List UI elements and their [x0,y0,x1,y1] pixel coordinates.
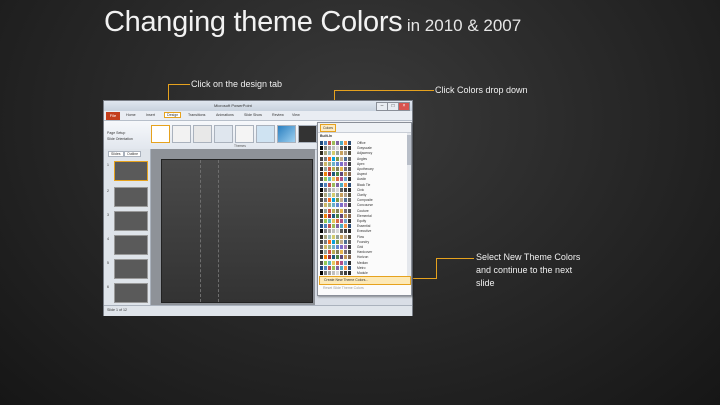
slide-thumbnail[interactable] [114,235,148,255]
tab-file[interactable]: File [106,112,120,120]
slide-thumbnail[interactable] [114,283,148,303]
colors-dropdown: Colors Built-In Office Grayscale Adjacency… [317,122,412,296]
slides-panel: Slides Outline 1 2 3 4 5 6 [104,149,151,305]
tab-home[interactable]: Home [126,113,136,117]
tab-review[interactable]: Review [272,113,284,117]
slide-thumbnail[interactable] [114,259,148,279]
callout-design-tab: Click on the design tab [191,79,283,89]
slide-thumbnail[interactable] [114,187,148,207]
color-swatch [332,271,335,275]
tab-animations[interactable]: Animations [216,113,234,117]
window-title: Microsoft PowerPoint [214,103,252,108]
built-in-label: Built-In [320,134,333,138]
app-window-screenshot: Microsoft PowerPoint – □ × File Home Ins… [103,100,413,316]
slide-number: 5 [107,261,109,265]
page-setup-button[interactable]: Page Setup [107,131,125,135]
scrollbar-thumb[interactable] [407,135,411,165]
page-title: Changing theme Colors in 2010 & 2007 [104,6,521,39]
tab-slide-show[interactable]: Slide Show [244,113,262,117]
slide-orientation-button[interactable]: Slide Orientation [107,137,137,141]
tab-view[interactable]: View [292,113,300,117]
dropdown-scrollbar[interactable] [407,133,411,283]
callout-line-colors-h [334,90,434,91]
color-swatch [336,271,339,275]
slide-canvas [151,149,315,305]
color-swatch [324,271,327,275]
slide-editor[interactable] [161,159,313,303]
tab-design[interactable]: Design [164,112,182,118]
callout-new-theme: Select New Theme Colors and continue to … [476,252,581,288]
tab-transitions[interactable]: Transitions [188,113,205,117]
slide-thumbnail[interactable] [114,161,148,181]
color-swatch [340,271,343,275]
slide-number: 6 [107,285,109,289]
color-swatch [348,271,351,275]
color-swatch [344,271,347,275]
tab-outline[interactable]: Outline [124,151,142,157]
status-slide: Slide 1 of 12 [107,308,127,312]
title-sub: in 2010 & 2007 [406,16,522,35]
guide-line [200,160,201,302]
callout-colors-dropdown: Click Colors drop down [435,85,528,95]
create-new-theme-colors-label: Create New Theme Colors... [324,278,369,282]
reset-theme-colors[interactable]: Reset Slide Theme Colors [319,285,409,292]
guide-line [218,160,219,302]
dropdown-header: Colors [318,123,411,133]
callout-line-new-h [436,258,474,259]
title-main: Changing theme Colors [104,6,403,38]
status-bar: Slide 1 of 12 [104,305,412,316]
close-icon[interactable]: × [398,102,410,111]
reset-theme-colors-label: Reset Slide Theme Colors [323,286,364,290]
callout-line-new-v [436,258,437,278]
theme-thumb-6[interactable] [256,125,275,143]
slide-number: 2 [107,189,109,193]
theme-thumb-8[interactable] [298,125,317,143]
theme-thumb-4[interactable] [214,125,233,143]
themes-group-label: Themes [234,144,246,148]
slide-number: 4 [107,237,109,241]
theme-thumb-1[interactable] [151,125,170,143]
window-titlebar: Microsoft PowerPoint – □ × [104,101,412,111]
slide-number: 3 [107,213,109,217]
theme-thumb-7[interactable] [277,125,296,143]
color-swatch [328,271,331,275]
color-swatch [320,271,323,275]
create-new-theme-colors[interactable]: Create New Theme Colors... [319,276,411,285]
slide-thumbnail[interactable] [114,211,148,231]
callout-line-design-h [168,84,190,85]
ribbon-tabs: File Home Insert Design Transitions Anim… [104,111,412,121]
slide-number: 1 [107,163,109,167]
tab-slides[interactable]: Slides [108,151,124,157]
theme-thumb-3[interactable] [193,125,212,143]
colors-button[interactable]: Colors [320,124,336,132]
theme-thumb-2[interactable] [172,125,191,143]
tab-insert[interactable]: Insert [146,113,155,117]
theme-thumb-5[interactable] [235,125,254,143]
